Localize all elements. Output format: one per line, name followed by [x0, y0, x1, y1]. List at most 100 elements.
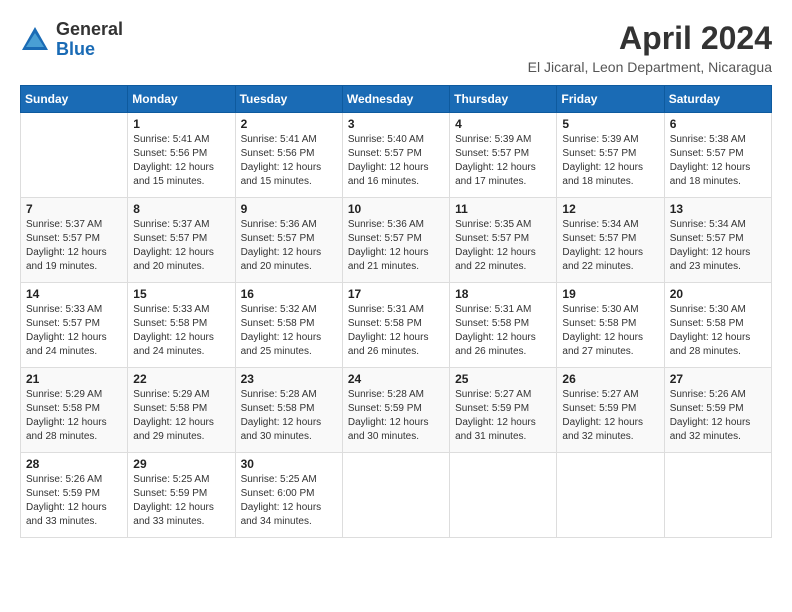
day-number: 28 — [26, 457, 122, 471]
day-number: 27 — [670, 372, 766, 386]
day-info: Sunrise: 5:40 AM Sunset: 5:57 PM Dayligh… — [348, 133, 444, 189]
day-cell — [21, 113, 128, 198]
sunrise: Sunrise: 5:30 AM — [562, 304, 638, 315]
title-section: April 2024 El Jicaral, Leon Department, … — [528, 20, 772, 75]
day-cell — [450, 453, 557, 538]
day-info: Sunrise: 5:29 AM Sunset: 5:58 PM Dayligh… — [133, 388, 229, 444]
sunrise: Sunrise: 5:29 AM — [26, 389, 102, 400]
calendar-header-row: Sunday Monday Tuesday Wednesday Thursday… — [21, 86, 772, 113]
day-number: 21 — [26, 372, 122, 386]
daylight: Daylight: 12 hours and 20 minutes. — [133, 247, 214, 272]
day-info: Sunrise: 5:37 AM Sunset: 5:57 PM Dayligh… — [133, 218, 229, 274]
sunset: Sunset: 5:59 PM — [562, 403, 636, 414]
logo-general: General — [56, 19, 123, 39]
day-info: Sunrise: 5:37 AM Sunset: 5:57 PM Dayligh… — [26, 218, 122, 274]
daylight: Daylight: 12 hours and 28 minutes. — [670, 332, 751, 357]
daylight: Daylight: 12 hours and 22 minutes. — [455, 247, 536, 272]
daylight: Daylight: 12 hours and 25 minutes. — [241, 332, 322, 357]
sunset: Sunset: 5:57 PM — [455, 148, 529, 159]
sunrise: Sunrise: 5:32 AM — [241, 304, 317, 315]
sunset: Sunset: 5:59 PM — [133, 488, 207, 499]
sunset: Sunset: 5:58 PM — [670, 318, 744, 329]
sunrise: Sunrise: 5:33 AM — [133, 304, 209, 315]
sunrise: Sunrise: 5:36 AM — [241, 219, 317, 230]
day-cell: 28 Sunrise: 5:26 AM Sunset: 5:59 PM Dayl… — [21, 453, 128, 538]
day-info: Sunrise: 5:25 AM Sunset: 6:00 PM Dayligh… — [241, 473, 337, 529]
day-info: Sunrise: 5:38 AM Sunset: 5:57 PM Dayligh… — [670, 133, 766, 189]
day-cell: 6 Sunrise: 5:38 AM Sunset: 5:57 PM Dayli… — [664, 113, 771, 198]
col-saturday: Saturday — [664, 86, 771, 113]
day-number: 6 — [670, 117, 766, 131]
sunset: Sunset: 5:57 PM — [348, 148, 422, 159]
sunset: Sunset: 5:57 PM — [455, 233, 529, 244]
day-cell — [557, 453, 664, 538]
day-cell — [342, 453, 449, 538]
location: El Jicaral, Leon Department, Nicaragua — [528, 59, 772, 75]
daylight: Daylight: 12 hours and 30 minutes. — [348, 417, 429, 442]
day-info: Sunrise: 5:39 AM Sunset: 5:57 PM Dayligh… — [455, 133, 551, 189]
day-info: Sunrise: 5:30 AM Sunset: 5:58 PM Dayligh… — [670, 303, 766, 359]
day-cell: 1 Sunrise: 5:41 AM Sunset: 5:56 PM Dayli… — [128, 113, 235, 198]
day-info: Sunrise: 5:36 AM Sunset: 5:57 PM Dayligh… — [241, 218, 337, 274]
sunset: Sunset: 5:57 PM — [26, 318, 100, 329]
sunset: Sunset: 5:57 PM — [241, 233, 315, 244]
sunrise: Sunrise: 5:30 AM — [670, 304, 746, 315]
sunrise: Sunrise: 5:38 AM — [670, 134, 746, 145]
day-number: 22 — [133, 372, 229, 386]
day-info: Sunrise: 5:28 AM Sunset: 5:59 PM Dayligh… — [348, 388, 444, 444]
day-cell: 23 Sunrise: 5:28 AM Sunset: 5:58 PM Dayl… — [235, 368, 342, 453]
week-row-3: 14 Sunrise: 5:33 AM Sunset: 5:57 PM Dayl… — [21, 283, 772, 368]
col-thursday: Thursday — [450, 86, 557, 113]
sunset: Sunset: 5:58 PM — [348, 318, 422, 329]
day-number: 15 — [133, 287, 229, 301]
day-cell: 7 Sunrise: 5:37 AM Sunset: 5:57 PM Dayli… — [21, 198, 128, 283]
logo-text: General Blue — [56, 20, 123, 60]
sunrise: Sunrise: 5:25 AM — [133, 474, 209, 485]
daylight: Daylight: 12 hours and 32 minutes. — [670, 417, 751, 442]
week-row-4: 21 Sunrise: 5:29 AM Sunset: 5:58 PM Dayl… — [21, 368, 772, 453]
day-number: 14 — [26, 287, 122, 301]
daylight: Daylight: 12 hours and 15 minutes. — [133, 162, 214, 187]
daylight: Daylight: 12 hours and 21 minutes. — [348, 247, 429, 272]
day-cell: 8 Sunrise: 5:37 AM Sunset: 5:57 PM Dayli… — [128, 198, 235, 283]
sunset: Sunset: 5:57 PM — [562, 148, 636, 159]
sunrise: Sunrise: 5:41 AM — [241, 134, 317, 145]
sunrise: Sunrise: 5:26 AM — [670, 389, 746, 400]
week-row-1: 1 Sunrise: 5:41 AM Sunset: 5:56 PM Dayli… — [21, 113, 772, 198]
day-info: Sunrise: 5:31 AM Sunset: 5:58 PM Dayligh… — [348, 303, 444, 359]
sunrise: Sunrise: 5:37 AM — [26, 219, 102, 230]
daylight: Daylight: 12 hours and 15 minutes. — [241, 162, 322, 187]
sunrise: Sunrise: 5:34 AM — [670, 219, 746, 230]
daylight: Daylight: 12 hours and 23 minutes. — [670, 247, 751, 272]
daylight: Daylight: 12 hours and 27 minutes. — [562, 332, 643, 357]
sunset: Sunset: 5:58 PM — [241, 403, 315, 414]
day-cell: 29 Sunrise: 5:25 AM Sunset: 5:59 PM Dayl… — [128, 453, 235, 538]
day-cell: 13 Sunrise: 5:34 AM Sunset: 5:57 PM Dayl… — [664, 198, 771, 283]
day-number: 12 — [562, 202, 658, 216]
sunset: Sunset: 5:58 PM — [133, 318, 207, 329]
day-number: 23 — [241, 372, 337, 386]
sunrise: Sunrise: 5:39 AM — [562, 134, 638, 145]
sunset: Sunset: 5:58 PM — [562, 318, 636, 329]
day-cell: 15 Sunrise: 5:33 AM Sunset: 5:58 PM Dayl… — [128, 283, 235, 368]
sunset: Sunset: 5:58 PM — [241, 318, 315, 329]
sunrise: Sunrise: 5:35 AM — [455, 219, 531, 230]
daylight: Daylight: 12 hours and 28 minutes. — [26, 417, 107, 442]
sunset: Sunset: 5:59 PM — [455, 403, 529, 414]
day-number: 13 — [670, 202, 766, 216]
header: General Blue April 2024 El Jicaral, Leon… — [20, 20, 772, 75]
daylight: Daylight: 12 hours and 34 minutes. — [241, 502, 322, 527]
daylight: Daylight: 12 hours and 32 minutes. — [562, 417, 643, 442]
week-row-2: 7 Sunrise: 5:37 AM Sunset: 5:57 PM Dayli… — [21, 198, 772, 283]
day-number: 11 — [455, 202, 551, 216]
month-year: April 2024 — [528, 20, 772, 57]
day-number: 4 — [455, 117, 551, 131]
day-cell: 2 Sunrise: 5:41 AM Sunset: 5:56 PM Dayli… — [235, 113, 342, 198]
daylight: Daylight: 12 hours and 30 minutes. — [241, 417, 322, 442]
sunset: Sunset: 5:59 PM — [26, 488, 100, 499]
day-info: Sunrise: 5:29 AM Sunset: 5:58 PM Dayligh… — [26, 388, 122, 444]
day-info: Sunrise: 5:36 AM Sunset: 5:57 PM Dayligh… — [348, 218, 444, 274]
sunrise: Sunrise: 5:29 AM — [133, 389, 209, 400]
day-cell — [664, 453, 771, 538]
daylight: Daylight: 12 hours and 31 minutes. — [455, 417, 536, 442]
